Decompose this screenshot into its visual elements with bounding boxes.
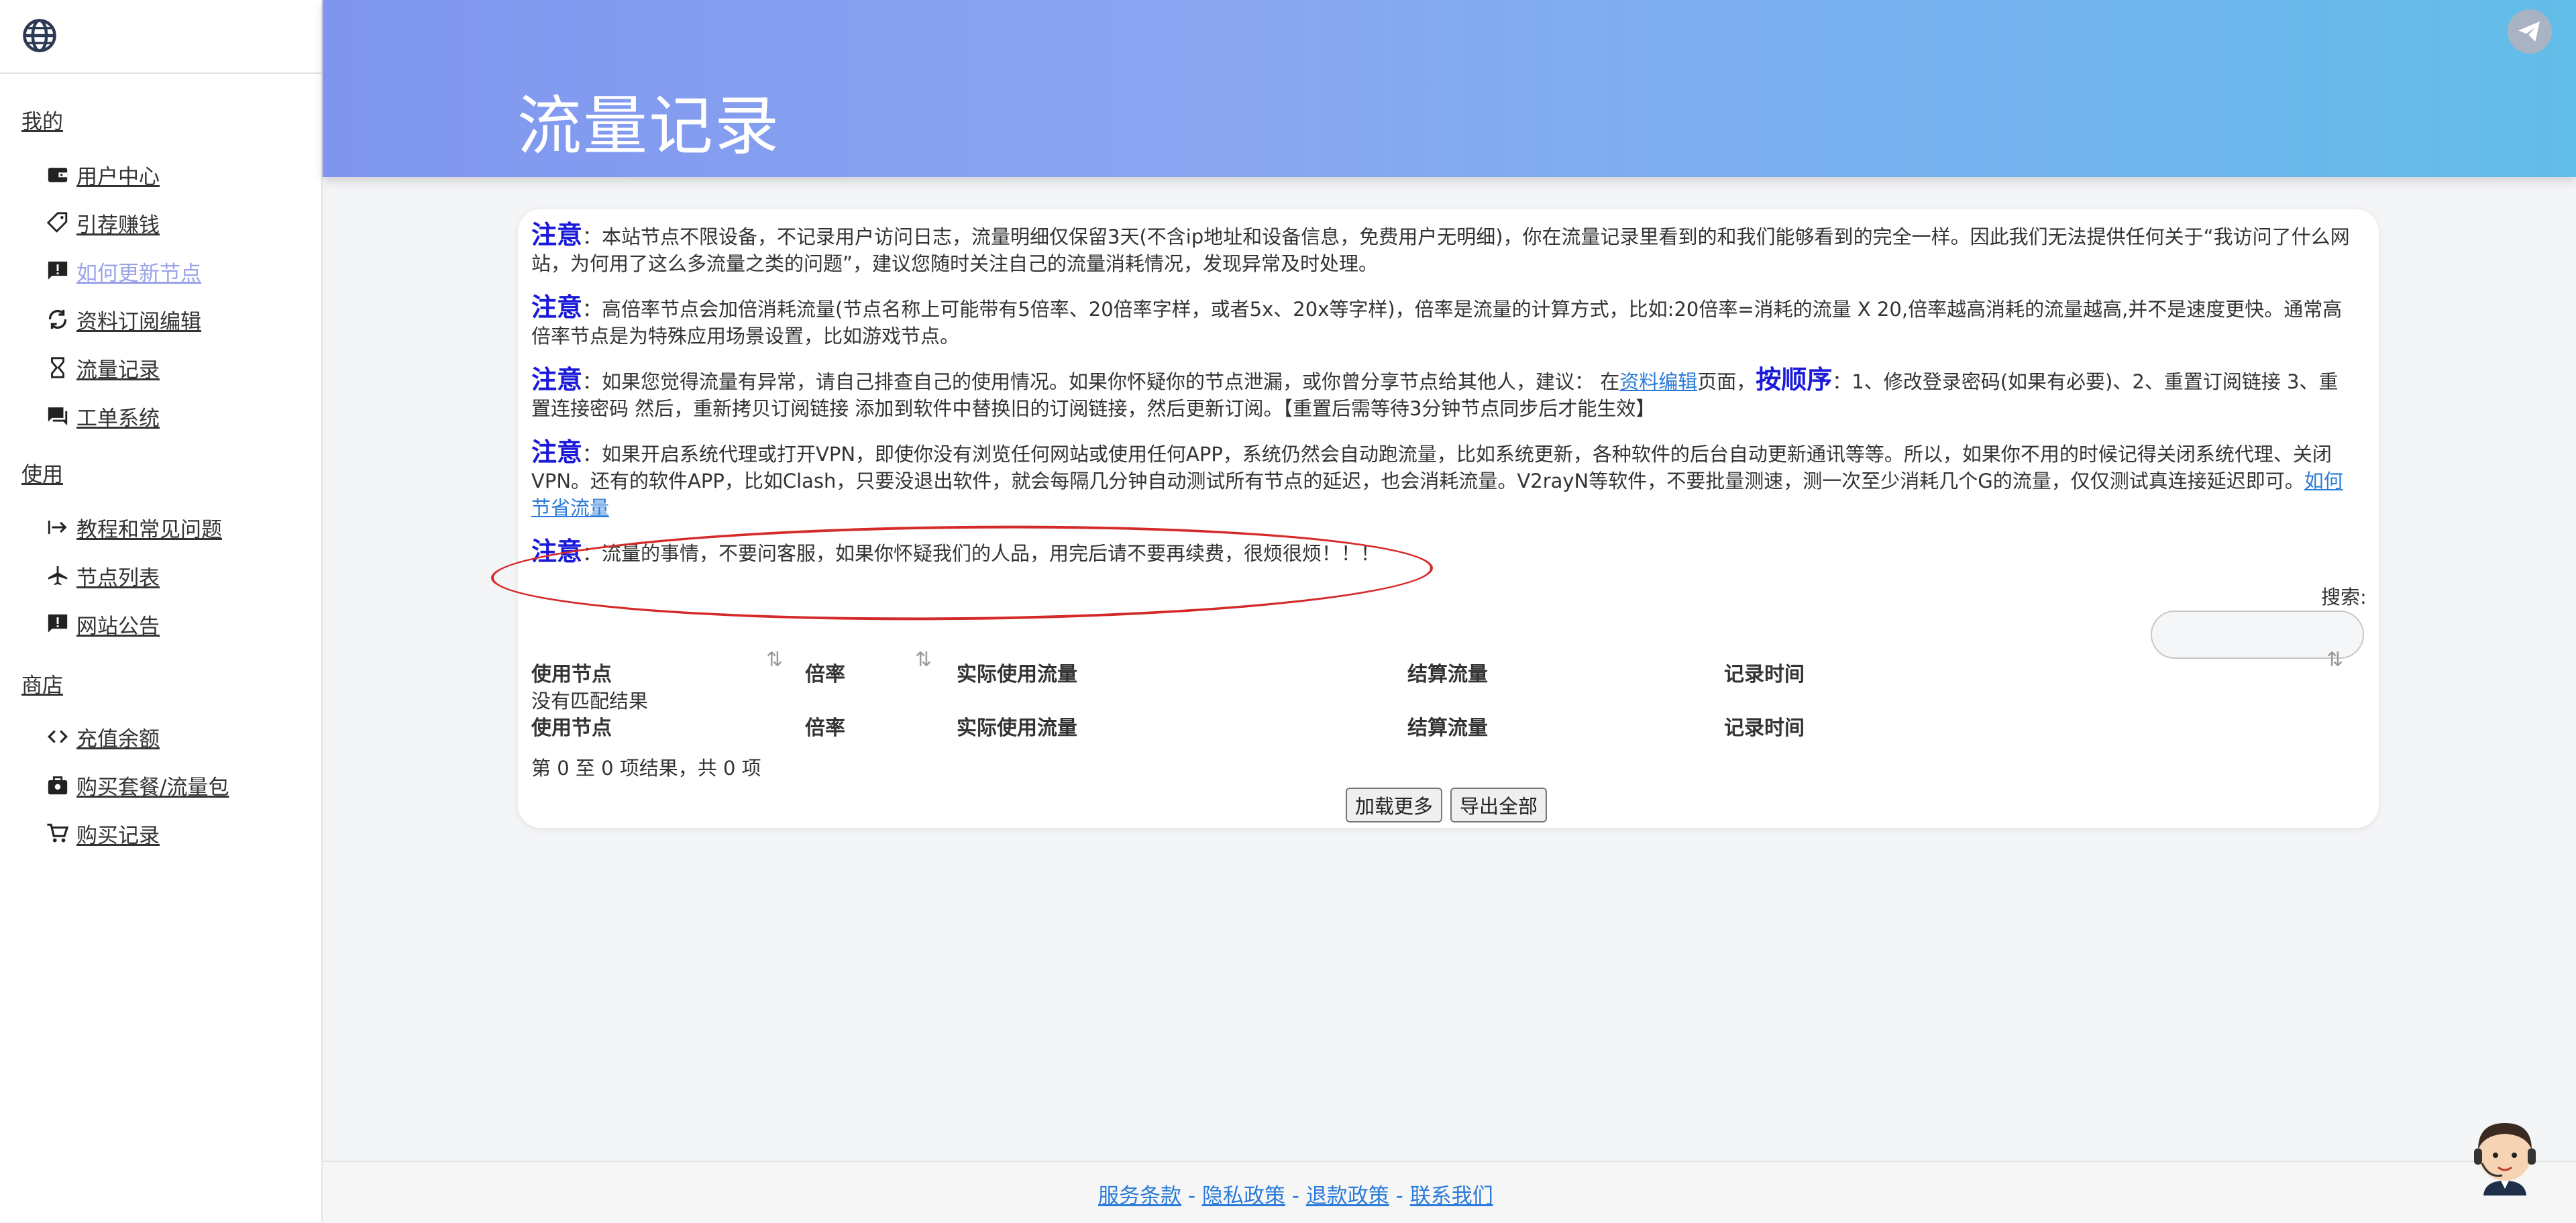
arrow-bar-icon [44, 514, 71, 541]
page-title: 流量记录 [517, 89, 780, 164]
notice-text: ：如果开启系统代理或打开VPN，即使你没有浏览任何网站或使用任何APP，系统仍然… [531, 443, 2332, 492]
notice-1: 注意：本站节点不限设备，不记录用户访问日志，流量明细仅保留3天(不含ip地址和设… [531, 221, 2356, 277]
wallet-icon [44, 161, 71, 188]
sidebar-item-label: 资料订阅编辑 [76, 309, 201, 334]
sidebar-item-label: 工单系统 [76, 406, 160, 431]
sidebar-item-update-nodes[interactable]: 如何更新节点 [44, 251, 201, 291]
sidebar-section-shop[interactable]: 商店 [21, 668, 63, 698]
sort-icon[interactable]: ⇅ [2326, 648, 2343, 672]
code-icon [44, 723, 71, 750]
notice-3: 注意：如果您觉得流量有异常，请自己排查自己的使用情况。如果你怀疑你的节点泄漏，或… [531, 366, 2356, 422]
red-highlight-circle [490, 521, 1434, 625]
sidebar-item-subscription-edit[interactable]: 资料订阅编辑 [44, 299, 201, 339]
customer-support-icon[interactable] [2469, 1116, 2541, 1195]
sync-icon [44, 306, 71, 333]
notice-tag: 注意 [531, 365, 583, 394]
column-header-billed-traffic[interactable]: 结算流量 [1407, 657, 1488, 687]
column-footer-billed-traffic: 结算流量 [1407, 716, 1488, 740]
load-more-button[interactable]: 加载更多 [1346, 788, 1443, 822]
sidebar-divider [0, 72, 321, 74]
sidebar-item-label: 充值余额 [76, 727, 160, 751]
sidebar-item-label: 节点列表 [76, 566, 160, 590]
notice-text: ：如果您觉得流量有异常，请自己排查自己的使用情况。如果你怀疑你的节点泄漏，或你曾… [582, 370, 1620, 393]
refund-link[interactable]: 退款政策 [1306, 1184, 1389, 1208]
sidebar-item-label: 教程和常见问题 [76, 517, 222, 542]
notice-text: ：高倍率节点会加倍消耗流量(节点名称上可能带有5倍率、20倍率字样，或者5x、2… [531, 298, 2343, 348]
notice-tag: 注意 [531, 437, 583, 467]
column-footer-rate: 倍率 [805, 716, 845, 740]
footer-links: 服务条款 - 隐私政策 - 退款政策 - 联系我们 [1098, 1184, 1493, 1208]
notice-text: ：本站节点不限设备，不记录用户访问日志，流量明细仅保留3天(不含ip地址和设备信… [531, 225, 2350, 275]
sort-icon[interactable]: ⇅ [915, 648, 932, 672]
table-summary: 第 0 至 0 项结果，共 0 项 [531, 757, 761, 780]
privacy-link[interactable]: 隐私政策 [1202, 1184, 1285, 1208]
column-header-record-time[interactable]: 记录时间 [1724, 657, 1805, 687]
column-header-node[interactable]: 使用节点 [531, 657, 612, 687]
sidebar-item-tickets[interactable]: 工单系统 [44, 396, 160, 436]
sidebar-item-announcements[interactable]: 网站公告 [44, 604, 160, 644]
sidebar-item-label: 购买记录 [76, 823, 160, 848]
chat-icon [44, 403, 71, 429]
sidebar: 我的 用户中心 引荐赚钱 如何更新节点 资料订阅编辑 流量记录 工单系统 使用 … [0, 0, 323, 1222]
notice-2: 注意：高倍率节点会加倍消耗流量(节点名称上可能带有5倍率、20倍率字样，或者5x… [531, 294, 2356, 350]
notice-tag: 注意 [531, 293, 583, 322]
notice-4: 注意：如果开启系统代理或打开VPN，即使你没有浏览任何网站或使用任何APP，系统… [531, 439, 2356, 521]
sidebar-item-label: 流量记录 [76, 358, 160, 382]
column-footer-node: 使用节点 [531, 716, 612, 740]
sidebar-item-node-list[interactable]: 节点列表 [44, 555, 160, 596]
alert-chat-icon [44, 258, 71, 284]
export-all-button[interactable]: 导出全部 [1450, 788, 1548, 822]
page-header: 流量记录 [323, 0, 2576, 177]
alert-chat-icon [44, 610, 71, 637]
contact-link[interactable]: 联系我们 [1410, 1184, 1493, 1208]
sidebar-item-purchase-history[interactable]: 购买记录 [44, 813, 160, 853]
sidebar-section-mine[interactable]: 我的 [21, 105, 63, 135]
empty-table-message: 没有匹配结果 [531, 690, 649, 712]
column-footer-record-time: 记录时间 [1724, 716, 1805, 740]
sidebar-item-traffic-log[interactable]: 流量记录 [44, 348, 160, 388]
sidebar-item-tutorials[interactable]: 教程和常见问题 [44, 507, 222, 547]
bag-icon [44, 772, 71, 798]
notice-text: 页面， [1697, 370, 1756, 393]
sidebar-item-label: 如何更新节点 [76, 261, 201, 286]
search-label: 搜索: [2321, 586, 2367, 608]
page-footer: 服务条款 - 隐私政策 - 退款政策 - 联系我们 [323, 1161, 2576, 1223]
sidebar-item-recharge[interactable]: 充值余额 [44, 716, 160, 757]
column-header-actual-traffic[interactable]: 实际使用流量 [957, 657, 1077, 687]
telegram-icon[interactable] [2508, 9, 2552, 54]
column-header-rate[interactable]: 倍率 [805, 657, 845, 687]
sidebar-item-label: 引荐赚钱 [76, 213, 160, 237]
notice-tag: 注意 [531, 220, 583, 250]
order-emphasis: 按顺序 [1756, 365, 1833, 394]
traffic-log-card: 注意：本站节点不限设备，不记录用户访问日志，流量明细仅保留3天(不含ip地址和设… [490, 209, 2379, 828]
terms-link[interactable]: 服务条款 [1098, 1184, 1181, 1208]
sidebar-item-label: 购买套餐/流量包 [76, 775, 229, 800]
hourglass-icon [44, 354, 71, 381]
profile-edit-link[interactable]: 资料编辑 [1619, 370, 1697, 393]
sidebar-item-user-center[interactable]: 用户中心 [44, 154, 160, 195]
tag-icon [44, 209, 71, 236]
sidebar-section-use[interactable]: 使用 [21, 458, 63, 488]
cart-icon [44, 820, 71, 847]
sort-icon[interactable]: ⇅ [766, 648, 783, 672]
airplane-icon [44, 562, 71, 589]
sidebar-item-label: 网站公告 [76, 614, 160, 639]
sidebar-item-buy-plan[interactable]: 购买套餐/流量包 [44, 765, 229, 805]
sidebar-item-label: 用户中心 [76, 164, 160, 189]
sidebar-item-referral[interactable]: 引荐赚钱 [44, 203, 160, 243]
column-footer-actual-traffic: 实际使用流量 [957, 716, 1077, 740]
globe-icon[interactable] [21, 17, 58, 54]
